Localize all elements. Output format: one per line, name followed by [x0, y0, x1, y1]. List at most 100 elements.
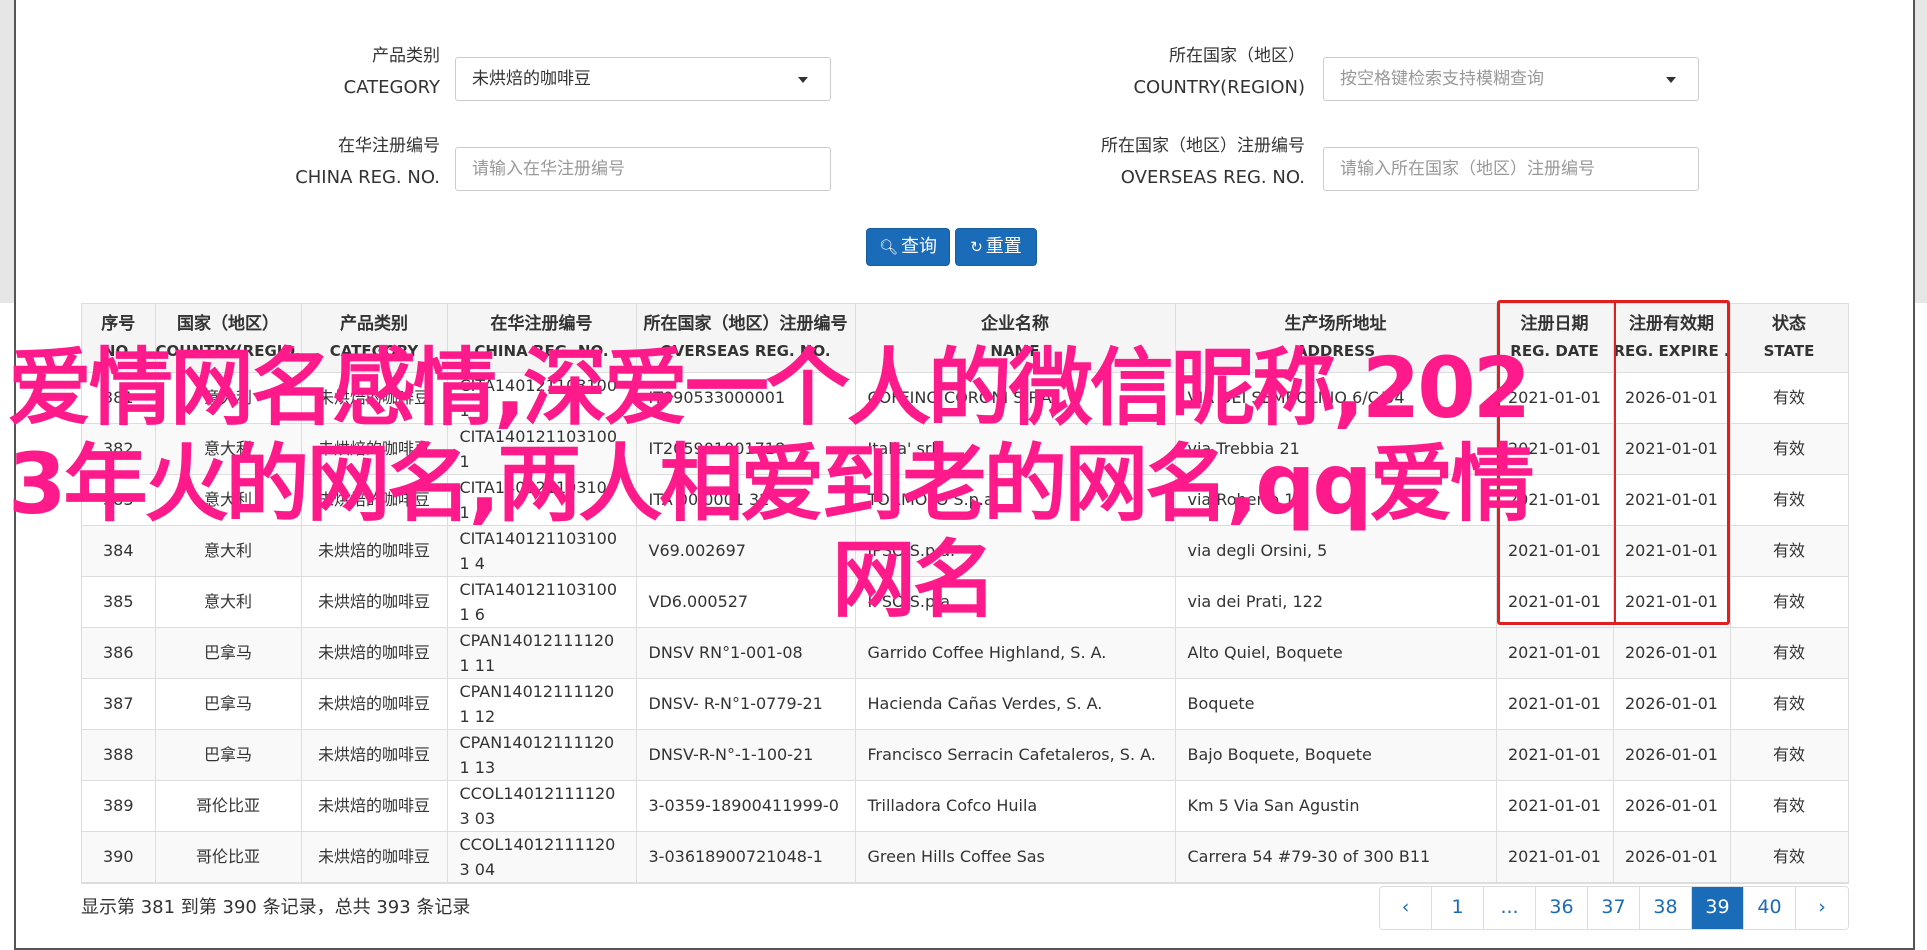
table-cell: 哥伦比亚 [155, 831, 302, 883]
table-cell: 未烘焙的咖啡豆 [301, 627, 448, 679]
column-header[interactable]: 所在国家（地区）注册编号 OVERSEAS REG. NO. [636, 304, 856, 373]
table-row[interactable]: 387 巴拿马 未烘焙的咖啡豆 CPAN140121111201 12 DNSV- R-… [82, 678, 1849, 730]
table-cell: 未烘焙的咖啡豆 [301, 678, 448, 730]
country-label: 所在国家（地区） COUNTRY(REGION) [1040, 40, 1305, 104]
table-row[interactable]: 386 巴拿马 未烘焙的咖啡豆 CPAN140121111201 11 DNSV RN°… [82, 627, 1849, 679]
column-header-sublabel: STATE [1763, 341, 1815, 360]
column-header[interactable]: 序号 NO. [82, 304, 156, 373]
table-cell: 2021-01-01 [1496, 831, 1614, 883]
table-cell: 有效 [1730, 678, 1849, 730]
column-header[interactable]: 国家（地区） COUNTRY(REGIO... [155, 304, 302, 373]
table-cell: CCOL140121111203 04 [447, 831, 637, 883]
page-button[interactable]: 36 [1536, 887, 1588, 929]
table-cell: DNSV-R-N°-1-100-21 [636, 729, 856, 781]
table-cell: Trilladora Cofco Huila [855, 780, 1176, 832]
table-cell: DNSV- R-N°1-0779-21 [636, 678, 856, 730]
table-cell: CCOL140121111203 03 [447, 780, 637, 832]
chevron-down-icon [798, 77, 808, 83]
table-row[interactable]: 390 哥伦比亚 未烘焙的咖啡豆 CCOL140121111203 04 3-03618… [82, 831, 1849, 883]
table-row[interactable]: 389 哥伦比亚 未烘焙的咖啡豆 CCOL140121111203 03 3-0359-… [82, 780, 1849, 832]
column-header-label: 序号 [101, 313, 136, 334]
page-button[interactable]: 38 [1640, 887, 1692, 929]
country-select[interactable]: 按空格键检索支持模糊查询 [1323, 57, 1699, 101]
table-cell: 未烘焙的咖啡豆 [301, 780, 448, 832]
page-button[interactable]: ... [1484, 887, 1536, 929]
column-header-label: 企业名称 [981, 313, 1049, 334]
table-cell: 意大利 [155, 525, 302, 577]
table-cell: Green Hills Coffee Sas [855, 831, 1176, 883]
table-cell: Km 5 Via San Agustin [1175, 780, 1497, 832]
table-cell: 有效 [1730, 729, 1849, 781]
table-cell: IPSO S.p.a. [855, 576, 1176, 628]
table-cell: CPAN140121111201 12 [447, 678, 637, 730]
window-border-right [1913, 0, 1915, 950]
table-cell: CPAN140121111201 13 [447, 729, 637, 781]
table-cell: 390 [82, 831, 156, 883]
table-cell: Italia' srl [855, 423, 1176, 475]
page-button[interactable]: 39 [1692, 887, 1744, 929]
column-header-sublabel: NAME [990, 341, 1040, 360]
overseas-reg-placeholder: 请输入所在国家（地区）注册编号 [1340, 159, 1595, 179]
table-cell: IT205901001718 [636, 423, 856, 475]
table-cell: 387 [82, 678, 156, 730]
table-cell: TORMOLO S.p.a [855, 474, 1176, 526]
table-cell: 有效 [1730, 627, 1849, 679]
table-cell: via Trebbia 21 [1175, 423, 1497, 475]
table-row[interactable]: 388 巴拿马 未烘焙的咖啡豆 CPAN140121111201 13 DNSV-R-N… [82, 729, 1849, 781]
table-cell: 未烘焙的咖啡豆 [301, 525, 448, 577]
table-cell: 未烘焙的咖啡豆 [301, 576, 448, 628]
category-select[interactable]: 未烘焙的咖啡豆 [455, 57, 831, 101]
table-cell: 未烘焙的咖啡豆 [301, 372, 448, 424]
next-page-button[interactable]: › [1796, 887, 1848, 929]
table-cell: 有效 [1730, 423, 1849, 475]
table-cell: CITA1401211031001 [447, 423, 637, 475]
query-button[interactable]: 🔍︎ 查询 [866, 228, 950, 266]
column-header-label: 状态 [1772, 313, 1806, 334]
column-header-label: 在华注册编号 [490, 313, 593, 334]
prev-page-button[interactable]: ‹ [1380, 887, 1432, 929]
table-cell: 巴拿马 [155, 729, 302, 781]
china-reg-input[interactable]: 请输入在华注册编号 [455, 147, 831, 191]
table-cell: 389 [82, 780, 156, 832]
table-cell: via Roberto 16 [1175, 474, 1497, 526]
table-cell: VIA DEI SEMBOLINO 6/C/54 [1175, 372, 1497, 424]
column-header[interactable]: 生产场所地址 ADDRESS [1175, 304, 1497, 373]
table-cell: V69.002697 [636, 525, 856, 577]
page-button[interactable]: 1 [1432, 887, 1484, 929]
table-cell: 385 [82, 576, 156, 628]
pagination: ‹ 1... 36 37 38 39 40 › [1379, 886, 1849, 930]
table-cell: 386 [82, 627, 156, 679]
reset-button-label: 重置 [985, 236, 1022, 257]
table-cell: 382 [82, 423, 156, 475]
page-button[interactable]: 40 [1744, 887, 1796, 929]
table-cell: 意大利 [155, 372, 302, 424]
table-cell: 3-0359-18900411999-0 [636, 780, 856, 832]
column-header[interactable]: 企业名称 NAME [855, 304, 1176, 373]
category-label-en: CATEGORY [343, 77, 440, 98]
table-cell: via dei Prati, 122 [1175, 576, 1497, 628]
table-cell: 有效 [1730, 831, 1849, 883]
table-cell: Boquete [1175, 678, 1497, 730]
page-button[interactable]: 37 [1588, 887, 1640, 929]
table-cell: CITA1401211031001 4 [447, 525, 637, 577]
query-button-label: 查询 [901, 236, 938, 257]
table-cell: 384 [82, 525, 156, 577]
china-reg-label-zh: 在华注册编号 [338, 136, 440, 156]
column-header[interactable]: 状态 STATE [1730, 304, 1849, 373]
column-header[interactable]: 在华注册编号 CHINA REG. NO. [447, 304, 637, 373]
table-cell: IPSO S.p.a. [855, 525, 1176, 577]
table-cell: 巴拿马 [155, 678, 302, 730]
column-header-label: 产品类别 [340, 313, 408, 334]
table-cell: IT090533000001 [636, 372, 856, 424]
table-cell: 有效 [1730, 474, 1849, 526]
table-cell: 未烘焙的咖啡豆 [301, 474, 448, 526]
table-cell: CITA1401211031001 6 [447, 576, 637, 628]
reset-button[interactable]: ↻ 重置 [955, 228, 1037, 266]
column-header-label: 生产场所地址 [1284, 313, 1387, 334]
overseas-reg-input[interactable]: 请输入所在国家（地区）注册编号 [1323, 147, 1699, 191]
search-icon: 🔍︎ [878, 238, 899, 256]
country-select-placeholder: 按空格键检索支持模糊查询 [1340, 69, 1544, 89]
category-label: 产品类别 CATEGORY [260, 40, 440, 104]
table-cell: CPAN140121111201 11 [447, 627, 637, 679]
column-header[interactable]: 产品类别 CATEGORY [301, 304, 448, 373]
